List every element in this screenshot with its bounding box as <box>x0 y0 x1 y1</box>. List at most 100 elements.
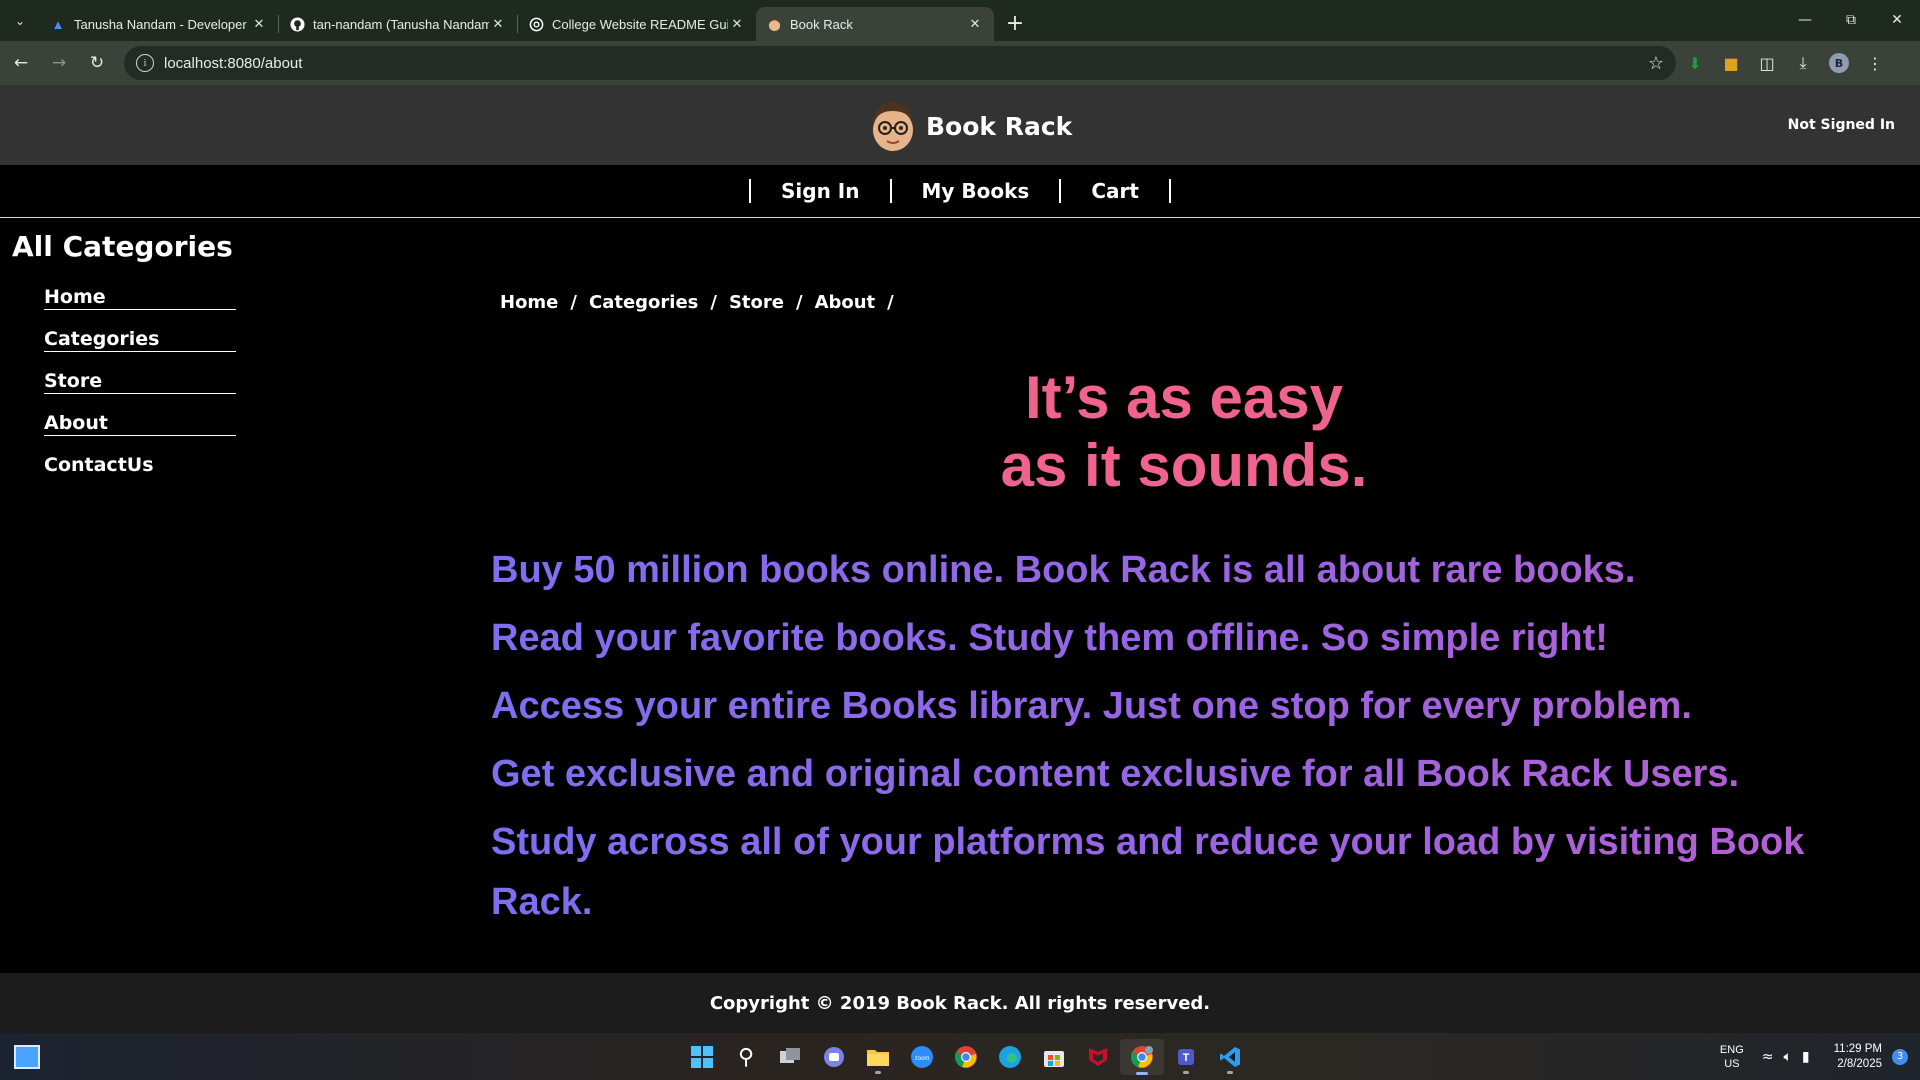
sidebar-title: All Categories <box>12 230 233 263</box>
feature-item: Read your favorite books. Study them off… <box>491 608 1891 668</box>
volume-icon[interactable]: 🔈︎ <box>1784 1049 1792 1065</box>
browser-tab-active[interactable]: Book Rack ✕ <box>756 7 994 41</box>
vscode-icon[interactable] <box>1208 1039 1252 1075</box>
sidebar-item-label: Home <box>44 286 236 310</box>
back-arrow-icon[interactable]: ← <box>4 46 38 80</box>
close-tab-icon[interactable]: ✕ <box>489 15 507 33</box>
svg-text:T: T <box>1183 1052 1190 1064</box>
notification-badge[interactable]: 3 <box>1892 1048 1908 1065</box>
hero-line-2: as it sounds. <box>1000 432 1368 499</box>
minimize-icon[interactable]: — <box>1782 0 1828 40</box>
new-tab-plus-icon[interactable]: + <box>1000 8 1030 38</box>
azure-devops-icon: ▲ <box>51 16 65 32</box>
close-tab-icon[interactable]: ✕ <box>728 15 746 33</box>
memoji-avatar-logo <box>868 99 918 153</box>
system-tray: ENG US ≈ 🔈︎ ▮ 11:29 PM 2/8/2025 3 <box>1720 1033 1920 1080</box>
sidebar-item-label: Categories <box>44 328 236 352</box>
breadcrumb-home[interactable]: Home <box>500 292 558 313</box>
teams-icon[interactable]: T <box>1164 1039 1208 1075</box>
feature-item: Buy 50 million books online. Book Rack i… <box>491 540 1891 600</box>
github-icon <box>289 16 305 32</box>
site-info-icon[interactable]: i <box>136 54 154 72</box>
search-icon[interactable]: ⚲ <box>724 1039 768 1075</box>
browser-tab[interactable]: ▲ Tanusha Nandam - Developer P ✕ <box>40 7 278 41</box>
task-view-icon[interactable] <box>768 1039 812 1075</box>
language-code: ENG <box>1719 1043 1744 1056</box>
widgets-icon[interactable] <box>14 1045 40 1069</box>
language-indicator[interactable]: ENG US <box>1720 1043 1744 1071</box>
chrome-profile-icon[interactable] <box>1120 1039 1164 1075</box>
tab-title: Book Rack <box>790 16 853 32</box>
feature-item: Access your entire Books library. Just o… <box>491 676 1891 736</box>
sidebar-item-categories[interactable]: Categories <box>44 326 236 368</box>
browser-tab-strip: ⌄ ▲ Tanusha Nandam - Developer P ✕ tan-n… <box>0 0 1920 41</box>
clock-date: 2/8/2025 <box>1837 1057 1882 1070</box>
breadcrumb-separator: / <box>570 292 577 313</box>
sign-in-status: Not Signed In <box>1787 117 1895 133</box>
hero-line-1: It’s as easy <box>1024 364 1344 431</box>
zoom-icon[interactable]: zoom <box>900 1039 944 1075</box>
clock-time: 11:29 PM <box>1833 1042 1882 1055</box>
tab-title: tan-nandam (Tanusha Nandam) <box>313 16 489 32</box>
sidebar-item-label: ContactUs <box>44 454 154 476</box>
breadcrumb-separator: / <box>887 292 894 313</box>
browser-menu-kebab-icon[interactable]: ⋮ <box>1858 46 1892 80</box>
browser-tab[interactable]: College Website README Guid ✕ <box>518 7 756 41</box>
breadcrumb-about[interactable]: About <box>815 292 876 313</box>
tab-title: Tanusha Nandam - Developer P <box>74 16 250 32</box>
copyright-text: Copyright © 2019 Book Rack. All rights r… <box>709 992 1211 1014</box>
browser-tab[interactable]: tan-nandam (Tanusha Nandam) ✕ <box>279 7 517 41</box>
address-bar[interactable]: i localhost:8080/about ☆ <box>124 46 1676 80</box>
sidebar-item-about[interactable]: About <box>44 410 236 452</box>
sidebar-item-label: About <box>44 412 236 436</box>
close-tab-icon[interactable]: ✕ <box>966 15 984 33</box>
microsoft-store-icon[interactable] <box>1032 1039 1076 1075</box>
nav-my-books[interactable]: My Books <box>892 179 1060 203</box>
forward-arrow-icon[interactable]: → <box>42 46 76 80</box>
profile-avatar[interactable]: B <box>1822 46 1856 80</box>
restore-icon[interactable]: ⧉ <box>1828 0 1874 40</box>
nav-sign-in[interactable]: Sign In <box>751 179 889 203</box>
nav-cart[interactable]: Cart <box>1061 179 1169 203</box>
book-rack-avatar-icon <box>766 16 782 32</box>
feature-item: Get exclusive and original content exclu… <box>491 744 1891 804</box>
main-nav: Sign In My Books Cart <box>0 165 1920 218</box>
teams-chat-icon[interactable] <box>812 1039 856 1075</box>
tab-search-chevron-icon[interactable]: ⌄ <box>6 7 34 35</box>
tab-title: College Website README Guid <box>552 16 728 32</box>
reload-icon[interactable]: ↻ <box>80 46 114 80</box>
bookmark-star-icon[interactable]: ☆ <box>1648 53 1664 74</box>
sidebar-item-contactus[interactable]: ContactUs <box>44 452 236 494</box>
chrome-icon[interactable] <box>944 1039 988 1075</box>
battery-icon[interactable]: ▮ <box>1802 1049 1810 1065</box>
brand[interactable]: Book Rack <box>868 99 1072 153</box>
breadcrumb-categories[interactable]: Categories <box>589 292 698 313</box>
download-extension-icon[interactable]: ⬇ <box>1678 46 1712 80</box>
close-window-icon[interactable]: ✕ <box>1874 0 1920 40</box>
wifi-icon[interactable]: ≈ <box>1762 1049 1774 1065</box>
taskbar-pinned-apps: ⚲ zoom T <box>680 1039 1252 1075</box>
windows-taskbar: ⚲ zoom T ENG US ≈ 🔈︎ ▮ 11:29 PM 2/8/2025… <box>0 1033 1920 1080</box>
breadcrumb-separator: / <box>710 292 717 313</box>
close-tab-icon[interactable]: ✕ <box>250 15 268 33</box>
site-footer: Copyright © 2019 Book Rack. All rights r… <box>0 973 1920 1033</box>
feature-list: Buy 50 million books online. Book Rack i… <box>491 540 1891 940</box>
chatgpt-icon <box>528 16 544 32</box>
extensions-puzzle-icon[interactable]: ◫ <box>1750 46 1784 80</box>
region-code: US <box>1724 1057 1740 1070</box>
hero-heading: It’s as easy as it sounds. <box>800 364 1568 500</box>
address-bar-url[interactable]: localhost:8080/about <box>164 55 1648 72</box>
breadcrumb-store[interactable]: Store <box>729 292 784 313</box>
feature-item: Study across all of your platforms and r… <box>491 812 1891 932</box>
sidebar-item-label: Store <box>44 370 236 394</box>
downloads-icon[interactable]: ⤓ <box>1786 46 1820 80</box>
edge-icon[interactable] <box>988 1039 1032 1075</box>
breadcrumb: Home / Categories / Store / About / <box>500 292 906 313</box>
sidebar-item-home[interactable]: Home <box>44 284 236 326</box>
folder-extension-icon[interactable]: ■ <box>1714 46 1748 80</box>
windows-start-icon[interactable] <box>680 1039 724 1075</box>
mcafee-icon[interactable] <box>1076 1039 1120 1075</box>
sidebar-item-store[interactable]: Store <box>44 368 236 410</box>
file-explorer-icon[interactable] <box>856 1039 900 1075</box>
clock[interactable]: 11:29 PM 2/8/2025 <box>1834 1042 1882 1072</box>
